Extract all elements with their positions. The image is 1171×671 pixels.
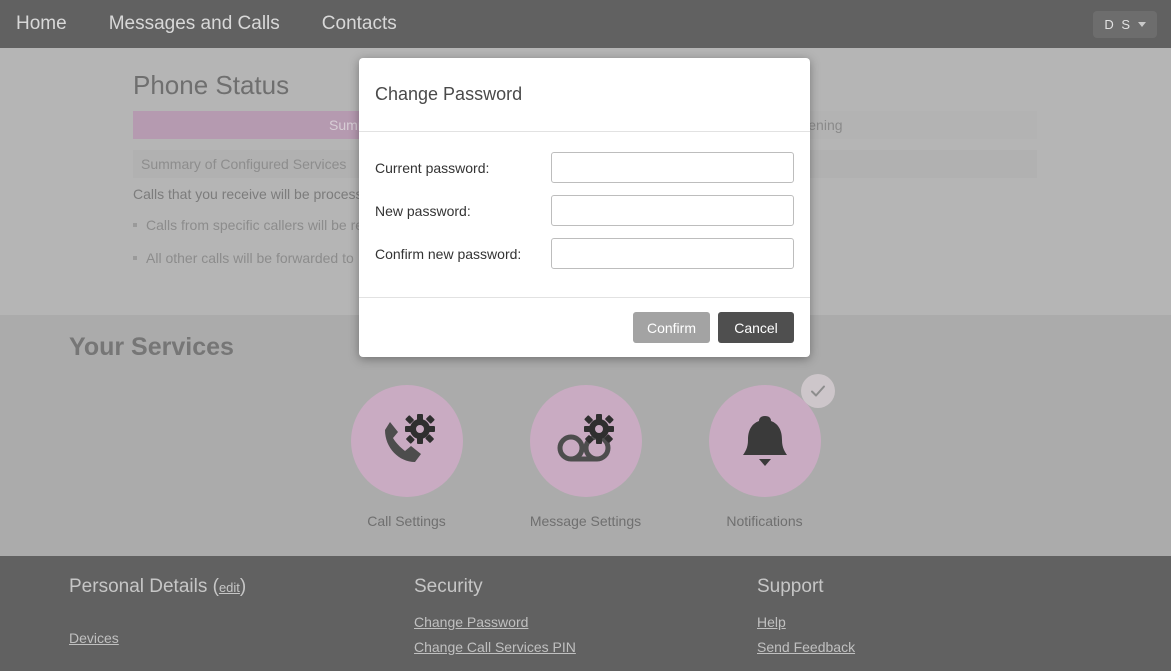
service-label: Message Settings xyxy=(529,513,642,529)
edit-personal-details-link[interactable]: edit xyxy=(219,580,240,595)
nav-item-home[interactable]: Home xyxy=(0,0,88,48)
confirm-button[interactable]: Confirm xyxy=(632,312,710,343)
service-message-settings[interactable]: Message Settings xyxy=(513,385,658,531)
nav-item-contacts[interactable]: Contacts xyxy=(301,0,418,48)
page-footer: Personal Details (edit) Devices Security… xyxy=(0,556,1171,671)
service-icon-circle xyxy=(708,374,835,497)
footer-column-support: Support Help Send Feedback xyxy=(757,576,855,664)
footer-link-devices[interactable]: Devices xyxy=(69,630,246,646)
current-password-input[interactable] xyxy=(551,152,794,183)
summary-bullet-text: Calls from specific callers will be re xyxy=(146,217,364,233)
footer-link-send-feedback[interactable]: Send Feedback xyxy=(757,639,855,655)
service-label: Call Settings xyxy=(367,513,446,529)
service-icon-circle xyxy=(350,385,463,497)
footer-link-change-call-services-pin[interactable]: Change Call Services PIN xyxy=(414,639,576,655)
footer-column-security: Security Change Password Change Call Ser… xyxy=(414,576,576,664)
form-row-new-password: New password: xyxy=(375,195,794,226)
top-navigation-bar: Home Messages and Calls Contacts D S xyxy=(0,0,1171,48)
summary-bullet-item: All other calls will be forwarded to xyxy=(133,250,354,266)
confirm-new-password-input[interactable] xyxy=(551,238,794,269)
nav-items: Home Messages and Calls Contacts xyxy=(0,0,418,48)
current-password-label: Current password: xyxy=(375,159,490,176)
service-label: Notifications xyxy=(726,513,803,529)
service-call-settings[interactable]: Call Settings xyxy=(334,385,479,531)
form-row-confirm-new-password: Confirm new password: xyxy=(375,238,794,269)
footer-link-change-password[interactable]: Change Password xyxy=(414,614,576,630)
summary-subheader-label: Summary of Configured Services xyxy=(141,156,347,172)
voicemail-gear-icon xyxy=(557,414,614,462)
user-menu-button[interactable]: D S xyxy=(1093,11,1157,38)
dialog-body: Current password: New password: Confirm … xyxy=(359,132,810,297)
phone-gear-icon xyxy=(384,414,435,462)
bullet-icon xyxy=(133,223,137,227)
dialog-footer: Confirm Cancel xyxy=(359,297,810,357)
page-title: Phone Status xyxy=(133,70,290,100)
application-window: Home Messages and Calls Contacts D S Pho… xyxy=(0,0,1171,671)
bell-icon xyxy=(742,416,787,466)
service-enabled-badge xyxy=(800,374,835,408)
footer-heading-security: Security xyxy=(414,576,483,597)
change-password-dialog: Change Password Current password: New pa… xyxy=(359,58,810,357)
services-list: Call Settings Message Settings Notificat… xyxy=(0,374,1171,531)
dialog-title: Change Password xyxy=(375,84,523,104)
summary-intro-text: Calls that you receive will be process xyxy=(133,186,363,202)
footer-heading-support: Support xyxy=(757,576,824,597)
new-password-label: New password: xyxy=(375,202,471,219)
confirm-new-password-label: Confirm new password: xyxy=(375,245,522,262)
form-row-current-password: Current password: xyxy=(375,152,794,183)
cancel-button[interactable]: Cancel xyxy=(718,312,794,343)
summary-bullet-text: All other calls will be forwarded to xyxy=(146,250,354,266)
service-icon-circle xyxy=(529,385,642,497)
summary-bullet-item: Calls from specific callers will be re xyxy=(133,217,363,233)
service-notifications[interactable]: Notifications xyxy=(692,374,837,531)
nav-item-messages-and-calls[interactable]: Messages and Calls xyxy=(88,0,301,48)
new-password-input[interactable] xyxy=(551,195,794,226)
check-icon xyxy=(810,385,825,397)
user-initials-label: D S xyxy=(1104,17,1132,32)
chevron-down-icon xyxy=(1138,22,1146,27)
dialog-header: Change Password xyxy=(359,58,810,132)
services-section-title: Your Services xyxy=(69,333,234,361)
footer-link-help[interactable]: Help xyxy=(757,614,855,630)
bullet-icon xyxy=(133,256,137,260)
footer-heading-personal-details: Personal Details (edit) xyxy=(69,576,246,598)
footer-column-personal-details: Personal Details (edit) Devices xyxy=(69,576,246,655)
personal-details-edit-wrapper: (edit) xyxy=(212,576,247,597)
footer-heading-text: Personal Details xyxy=(69,576,208,597)
